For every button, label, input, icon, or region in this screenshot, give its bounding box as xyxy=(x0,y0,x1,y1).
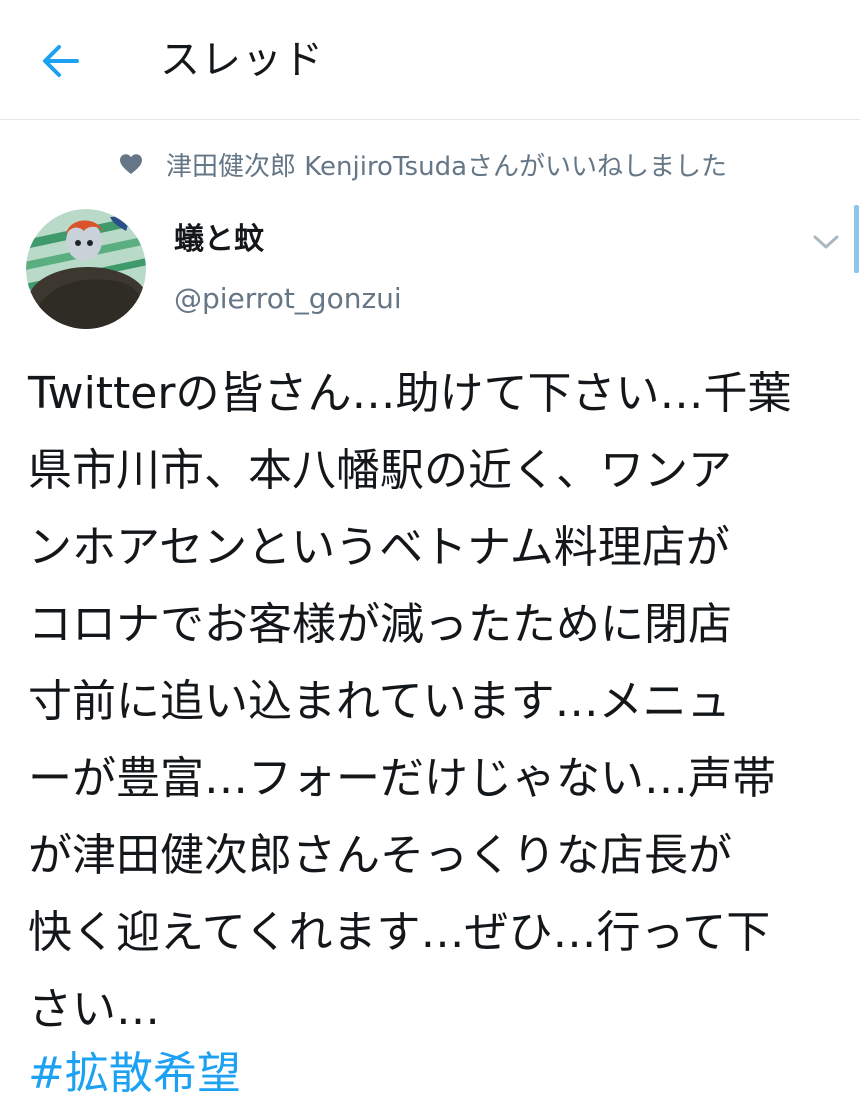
arrow-left-icon xyxy=(43,45,79,77)
chevron-down-icon xyxy=(813,235,839,249)
avatar[interactable] xyxy=(26,209,146,329)
back-button[interactable] xyxy=(38,38,84,84)
author-handle: @pierrot_gonzui xyxy=(174,282,402,315)
author-display-name[interactable]: 蟻と蚊 xyxy=(174,220,264,260)
scrollbar[interactable] xyxy=(854,205,859,273)
heart-icon xyxy=(118,151,144,177)
top-app-bar: スレッド xyxy=(0,0,860,120)
more-options-button[interactable] xyxy=(806,224,846,260)
page-title: スレッド xyxy=(160,37,324,83)
social-context-label: 津田健次郎 KenjiroTsudaさんがいいねしました xyxy=(166,151,728,182)
social-context: 津田健次郎 KenjiroTsudaさんがいいねしました xyxy=(118,144,727,184)
tweet-text: Twitterの皆さん…助けて下さい…千葉 県市川市、本八幡駅の近く、ワンア ン… xyxy=(28,368,792,1035)
hashtag-link[interactable]: #拡散希望 xyxy=(28,1035,241,1112)
